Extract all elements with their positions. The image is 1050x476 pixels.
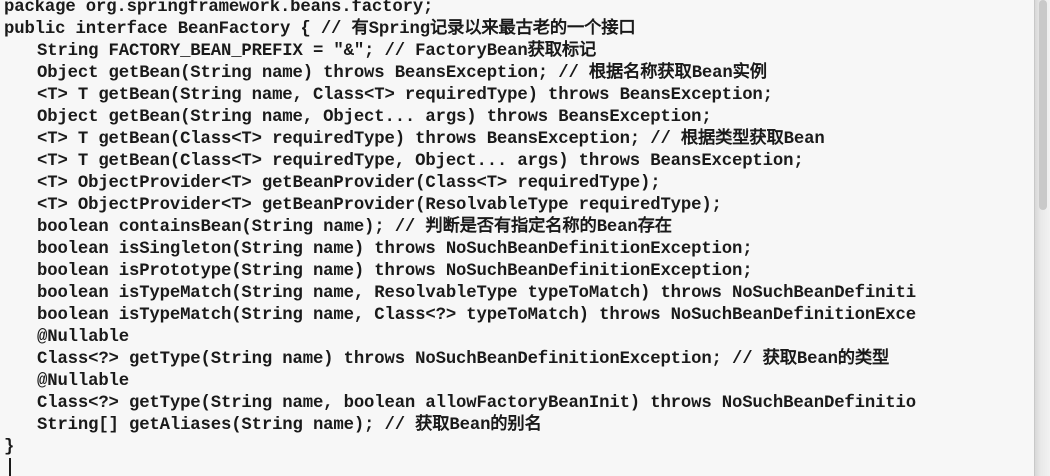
code-line-get-bean-by-name: Object getBean(String name) throws Beans…	[37, 64, 767, 83]
scrollbar-thumb[interactable]	[1039, 0, 1047, 210]
code-line-get-bean-name-args: Object getBean(String name, Object... ar…	[37, 108, 712, 127]
code-line-nullable-annotation: @Nullable	[37, 328, 129, 347]
code-line-get-bean-type-args: <T> T getBean(Class<T> requiredType, Obj…	[37, 152, 804, 171]
code-line-is-type-match-class: boolean isTypeMatch(String name, Class<?…	[37, 306, 916, 325]
text-caret	[9, 458, 11, 476]
code-line-closing-brace: }	[4, 438, 15, 457]
vertical-scrollbar[interactable]	[1034, 0, 1050, 476]
code-line-get-bean-name-type: <T> T getBean(String name, Class<T> requ…	[37, 86, 773, 105]
code-line-is-type-match-resolvable: boolean isTypeMatch(String name, Resolva…	[37, 284, 916, 303]
code-line-get-type-allow-init: Class<?> getType(String name, boolean al…	[37, 394, 916, 413]
code-viewer: package org.springframework.beans.factor…	[0, 0, 1035, 476]
code-line-get-bean-provider-class: <T> ObjectProvider<T> getBeanProvider(Cl…	[37, 174, 661, 193]
code-line-package: package org.springframework.beans.factor…	[4, 0, 434, 17]
code-line-is-prototype: boolean isPrototype(String name) throws …	[37, 262, 753, 281]
code-line-factory-bean-prefix: String FACTORY_BEAN_PREFIX = "&"; // Fac…	[37, 42, 597, 61]
code-line-nullable-annotation: @Nullable	[37, 372, 129, 391]
code-line-contains-bean: boolean containsBean(String name); // 判断…	[37, 218, 672, 237]
code-line-is-singleton: boolean isSingleton(String name) throws …	[37, 240, 753, 259]
code-line-get-type: Class<?> getType(String name) throws NoS…	[37, 350, 890, 369]
code-line-get-bean-provider-resolvable: <T> ObjectProvider<T> getBeanProvider(Re…	[37, 196, 722, 215]
code-line-get-aliases: String[] getAliases(String name); // 获取B…	[37, 416, 542, 435]
code-line-get-bean-by-type: <T> T getBean(Class<T> requiredType) thr…	[37, 130, 825, 149]
code-line-interface-declaration: public interface BeanFactory { // 有Sprin…	[4, 20, 636, 39]
